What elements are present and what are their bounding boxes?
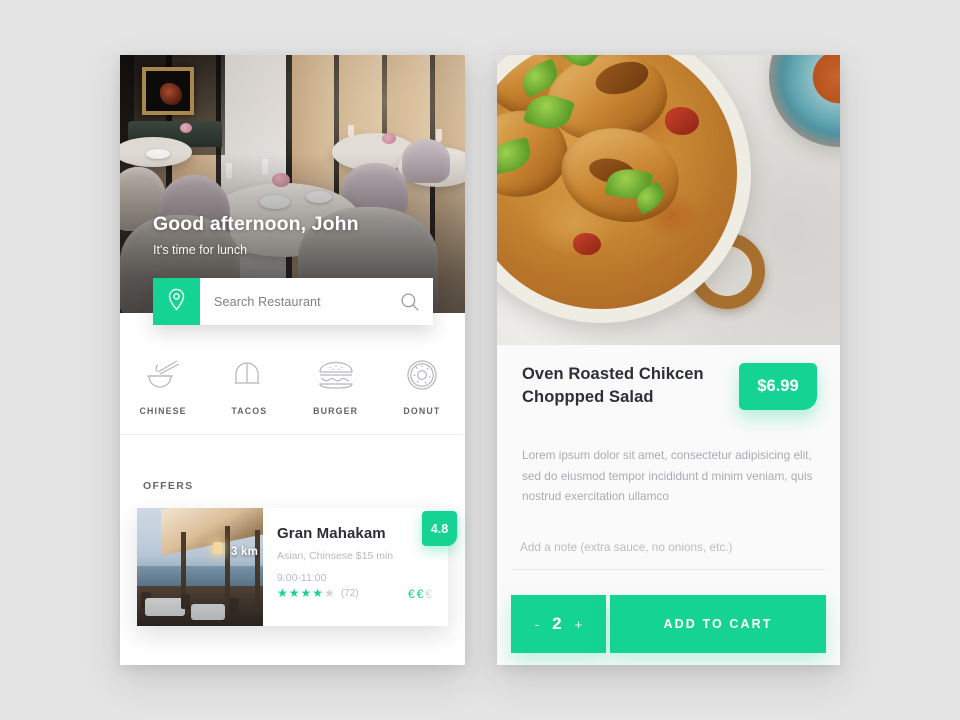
screenshot-stage: Good afternoon, John It's time for lunch…: [0, 0, 960, 720]
category-burger[interactable]: BURGER: [293, 351, 379, 416]
section-divider: [120, 434, 465, 435]
add-to-cart-button[interactable]: ADD TO CART: [610, 595, 826, 653]
thumbnail-shade: [137, 508, 263, 626]
note-underline: [512, 569, 825, 570]
quantity-stepper[interactable]: - 2 +: [511, 595, 606, 653]
action-row: - 2 + ADD TO CART: [511, 595, 826, 653]
category-row: CHINESE TACOS BURGER DONUT: [120, 351, 465, 439]
currency-icon-empty: €: [425, 587, 434, 601]
burger-icon: [316, 357, 356, 393]
distance-badge: 3 km: [230, 546, 258, 558]
category-chinese[interactable]: CHINESE: [120, 351, 206, 416]
food-title: Oven Roasted Chikcen Choppped Salad: [522, 365, 704, 406]
review-count: (72): [340, 587, 359, 599]
greeting-block: Good afternoon, John It's time for lunch: [153, 213, 443, 257]
search-icon[interactable]: [399, 292, 421, 312]
food-description: Lorem ipsum dolor sit amet, consectetur …: [522, 448, 813, 504]
donut-icon: [404, 357, 440, 393]
food-image: [497, 55, 840, 345]
offer-score-badge: 4.8: [422, 511, 457, 546]
noodle-bowl-icon: [144, 357, 182, 393]
curry-sauce: [497, 55, 737, 309]
star-icon-filled: ★: [288, 586, 300, 600]
tomato-piece: [573, 233, 601, 255]
location-pin-button[interactable]: [153, 278, 200, 325]
price-level: €€€: [408, 587, 434, 601]
star-icon-filled: ★: [312, 586, 324, 600]
greeting-subtitle: It's time for lunch: [153, 243, 248, 257]
offer-cuisine: Asian, Chinsese $15 min: [277, 550, 394, 562]
offer-card[interactable]: 3 km Gran Mahakam Asian, Chinsese $15 mi…: [137, 508, 448, 626]
cooking-pan: [497, 55, 751, 323]
currency-icon-filled: €: [407, 587, 417, 601]
taco-icon: [230, 357, 268, 393]
category-label: DONUT: [403, 406, 441, 416]
food-header: Oven Roasted Chikcen Choppped Salad $6.9…: [522, 363, 817, 410]
category-label: BURGER: [313, 406, 359, 416]
quantity-value: 2: [552, 614, 562, 633]
offer-thumbnail: 3 km: [137, 508, 263, 626]
offers-section-label: OFFERS: [143, 480, 194, 492]
price-badge: $6.99: [739, 363, 817, 410]
category-tacos[interactable]: TACOS: [206, 351, 292, 416]
category-donut[interactable]: DONUT: [379, 351, 465, 416]
offer-details: Gran Mahakam Asian, Chinsese $15 min 9:0…: [263, 508, 448, 626]
increment-button[interactable]: +: [575, 617, 583, 632]
note-input[interactable]: Add a note (extra sauce, no onions, etc.…: [512, 540, 825, 554]
search-bar[interactable]: Search Restaurant: [153, 278, 433, 325]
category-label: CHINESE: [139, 406, 187, 416]
hero-image: [120, 55, 465, 313]
search-input[interactable]: Search Restaurant: [214, 295, 399, 309]
offer-rating: ★ ★ ★ ★ ★ (72): [277, 587, 359, 599]
search-input-area[interactable]: Search Restaurant: [200, 278, 433, 325]
currency-icon-filled: €: [416, 587, 426, 601]
tomato-piece: [665, 107, 699, 135]
note-field[interactable]: Add a note (extra sauce, no onions, etc.…: [512, 540, 825, 570]
greeting-title: Good afternoon, John: [153, 213, 359, 235]
star-icon-filled: ★: [277, 586, 288, 600]
star-icon-filled: ★: [300, 586, 312, 600]
offer-hours: 9:00-11:00: [277, 572, 327, 585]
hero-overlay-gradient: [120, 55, 465, 313]
category-label: TACOS: [231, 406, 268, 416]
star-icon-empty: ★: [324, 586, 335, 600]
detail-screen-card: Oven Roasted Chikcen Choppped Salad $6.9…: [497, 55, 840, 665]
location-pin-icon: [167, 288, 186, 316]
decrement-button[interactable]: -: [535, 617, 539, 632]
